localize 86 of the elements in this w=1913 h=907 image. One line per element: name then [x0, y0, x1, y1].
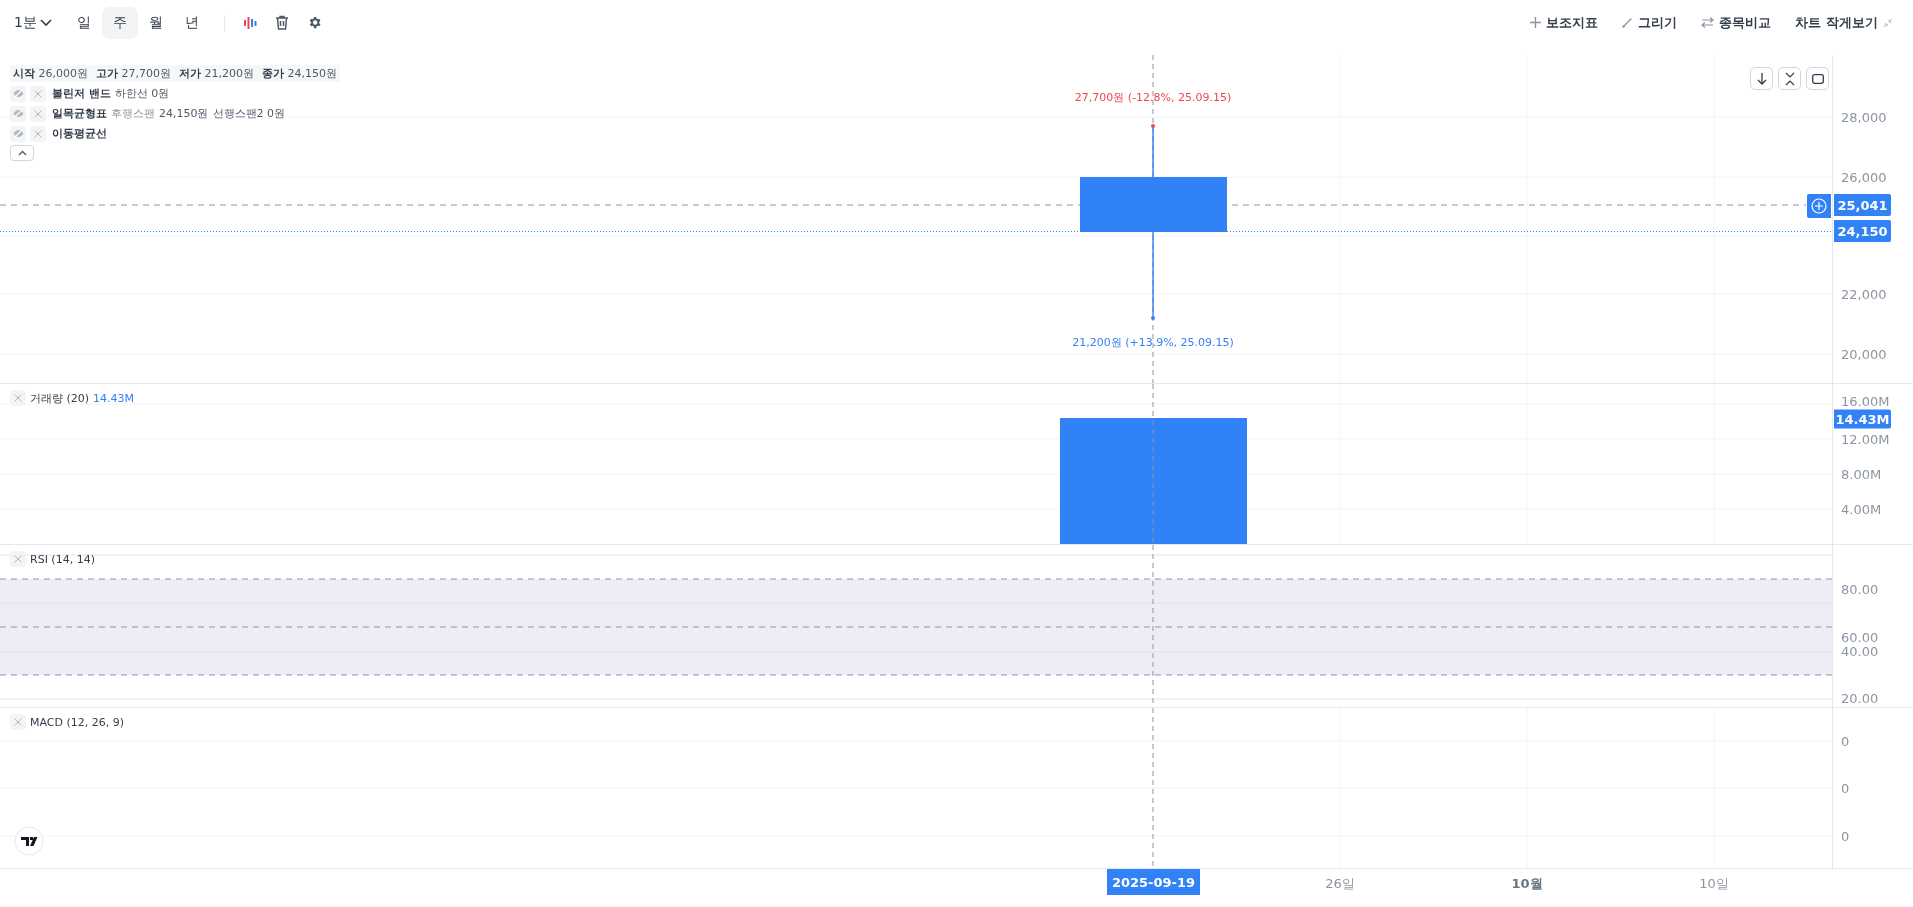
remove-indicator-button[interactable]: [10, 390, 26, 406]
period-tab[interactable]: 일: [65, 6, 102, 39]
crosshair-date-tag: 2025-09-19: [1107, 869, 1200, 895]
rsi-axis-label: 80.00: [1841, 581, 1879, 597]
indicator-name: 볼린저 밴드: [52, 86, 111, 101]
plus-icon: [1530, 17, 1542, 28]
rsi-axis-label: 40.00: [1841, 643, 1879, 659]
candlestick-icon[interactable]: [242, 15, 257, 30]
price-axis-label: 26,000: [1841, 169, 1887, 185]
add-price-button[interactable]: [1807, 194, 1831, 218]
collapse-legend-button[interactable]: [10, 145, 34, 161]
add-button[interactable]: 보조지표: [1524, 9, 1605, 36]
time-axis-label: 26일: [1325, 875, 1355, 893]
hide-indicator-button[interactable]: [10, 85, 26, 102]
high-price-label: 27,700원 (-12.8%, 25.09.15): [1074, 91, 1232, 104]
price-axis-label: 22,000: [1841, 286, 1887, 302]
volume-axis-label: 16.00M: [1841, 393, 1890, 409]
remove-indicator-button[interactable]: [30, 85, 46, 102]
chevron-down-icon: [39, 18, 52, 27]
ohlc-value: 저가 21,200원: [179, 66, 254, 81]
last-price-tag: 24,150: [1834, 220, 1891, 242]
indicator-value: 하한선 0원: [114, 86, 170, 101]
close-icon: [14, 718, 22, 726]
remove-indicator-button[interactable]: [10, 551, 26, 567]
crosshair-price-tag: 25,041: [1834, 194, 1891, 216]
fullscreen-button[interactable]: [1806, 67, 1829, 90]
hide-indicator-button[interactable]: [10, 125, 26, 142]
time-axis-label: 10일: [1699, 875, 1729, 893]
hide-indicator-button[interactable]: [10, 105, 26, 122]
interval-dropdown[interactable]: 1분: [8, 7, 58, 38]
period-tab[interactable]: 주: [101, 6, 138, 39]
remove-indicator-button[interactable]: [10, 714, 26, 730]
indicator-value: 후행스팬: [111, 106, 155, 121]
frame-icon: [1811, 73, 1824, 84]
close-icon: [14, 555, 22, 563]
indicator-value: 선행스팬2 0원: [212, 106, 285, 121]
close-icon: [34, 129, 42, 138]
pencil-icon: [1622, 17, 1634, 28]
price-axis-label: 20,000: [1841, 346, 1887, 362]
eye-off-icon: [12, 129, 24, 138]
low-marker-dot: [1151, 316, 1155, 320]
macd-axis-label: 0: [1841, 828, 1850, 844]
remove-indicator-button[interactable]: [30, 125, 46, 142]
ohlc-value: 시작 26,000원: [13, 66, 88, 81]
volume-axis-label: 4.00M: [1841, 501, 1882, 517]
shrink-chart-button[interactable]: 차트 작게보기: [1789, 9, 1899, 36]
indicator-name: MACD (12, 26, 9): [30, 715, 125, 729]
ohlc-value: 종가 24,150원: [262, 66, 337, 81]
macd-axis-label: 0: [1841, 733, 1850, 749]
time-axis-label: 10월: [1511, 875, 1543, 893]
volume-axis-label: 8.00M: [1841, 466, 1882, 482]
price-axis-label: 28,000: [1841, 109, 1887, 125]
collapse-arrows-icon: [1784, 71, 1795, 86]
last-volume-tag: 14.43M: [1834, 409, 1891, 429]
indicator-name: 일목균형표: [52, 106, 107, 121]
close-icon: [34, 89, 42, 98]
swap-arrows-icon: [1701, 17, 1715, 28]
trash-icon[interactable]: [274, 15, 289, 30]
rsi-axis-label: 60.00: [1841, 629, 1879, 645]
period-tab[interactable]: 년: [173, 6, 210, 39]
indicator-name: RSI (14, 14): [30, 552, 95, 566]
logo-icon: [14, 826, 44, 856]
indicator-value: 24,150원: [159, 106, 209, 121]
fit-button[interactable]: [1778, 67, 1801, 90]
low-price-label: 21,200원 (+13.9%, 25.09.15): [1072, 336, 1234, 349]
high-marker-dot: [1151, 124, 1155, 128]
indicator-value: 14.43M: [93, 391, 135, 405]
shrink-icon: [1883, 17, 1893, 28]
volume-axis-label: 12.00M: [1841, 431, 1890, 447]
macd-axis-label: 0: [1841, 780, 1850, 796]
plus-circle-icon: [1811, 198, 1827, 214]
arrow-down-icon: [1756, 72, 1767, 85]
chevron-up-icon: [17, 150, 27, 156]
compare-button[interactable]: 종목비교: [1695, 9, 1778, 36]
rsi-axis-label: 20.00: [1841, 690, 1879, 706]
ohlc-value: 고가 27,700원: [96, 66, 171, 81]
close-icon: [34, 109, 42, 118]
scroll-down-button[interactable]: [1750, 67, 1773, 90]
close-icon: [14, 394, 22, 402]
remove-indicator-button[interactable]: [30, 105, 46, 122]
indicator-name: 거래량 (20): [30, 390, 90, 406]
indicator-name: 이동평균선: [52, 126, 107, 141]
eye-off-icon: [12, 109, 24, 118]
draw-button[interactable]: 그리기: [1616, 9, 1684, 36]
period-tab[interactable]: 월: [137, 6, 174, 39]
eye-off-icon: [12, 89, 24, 98]
